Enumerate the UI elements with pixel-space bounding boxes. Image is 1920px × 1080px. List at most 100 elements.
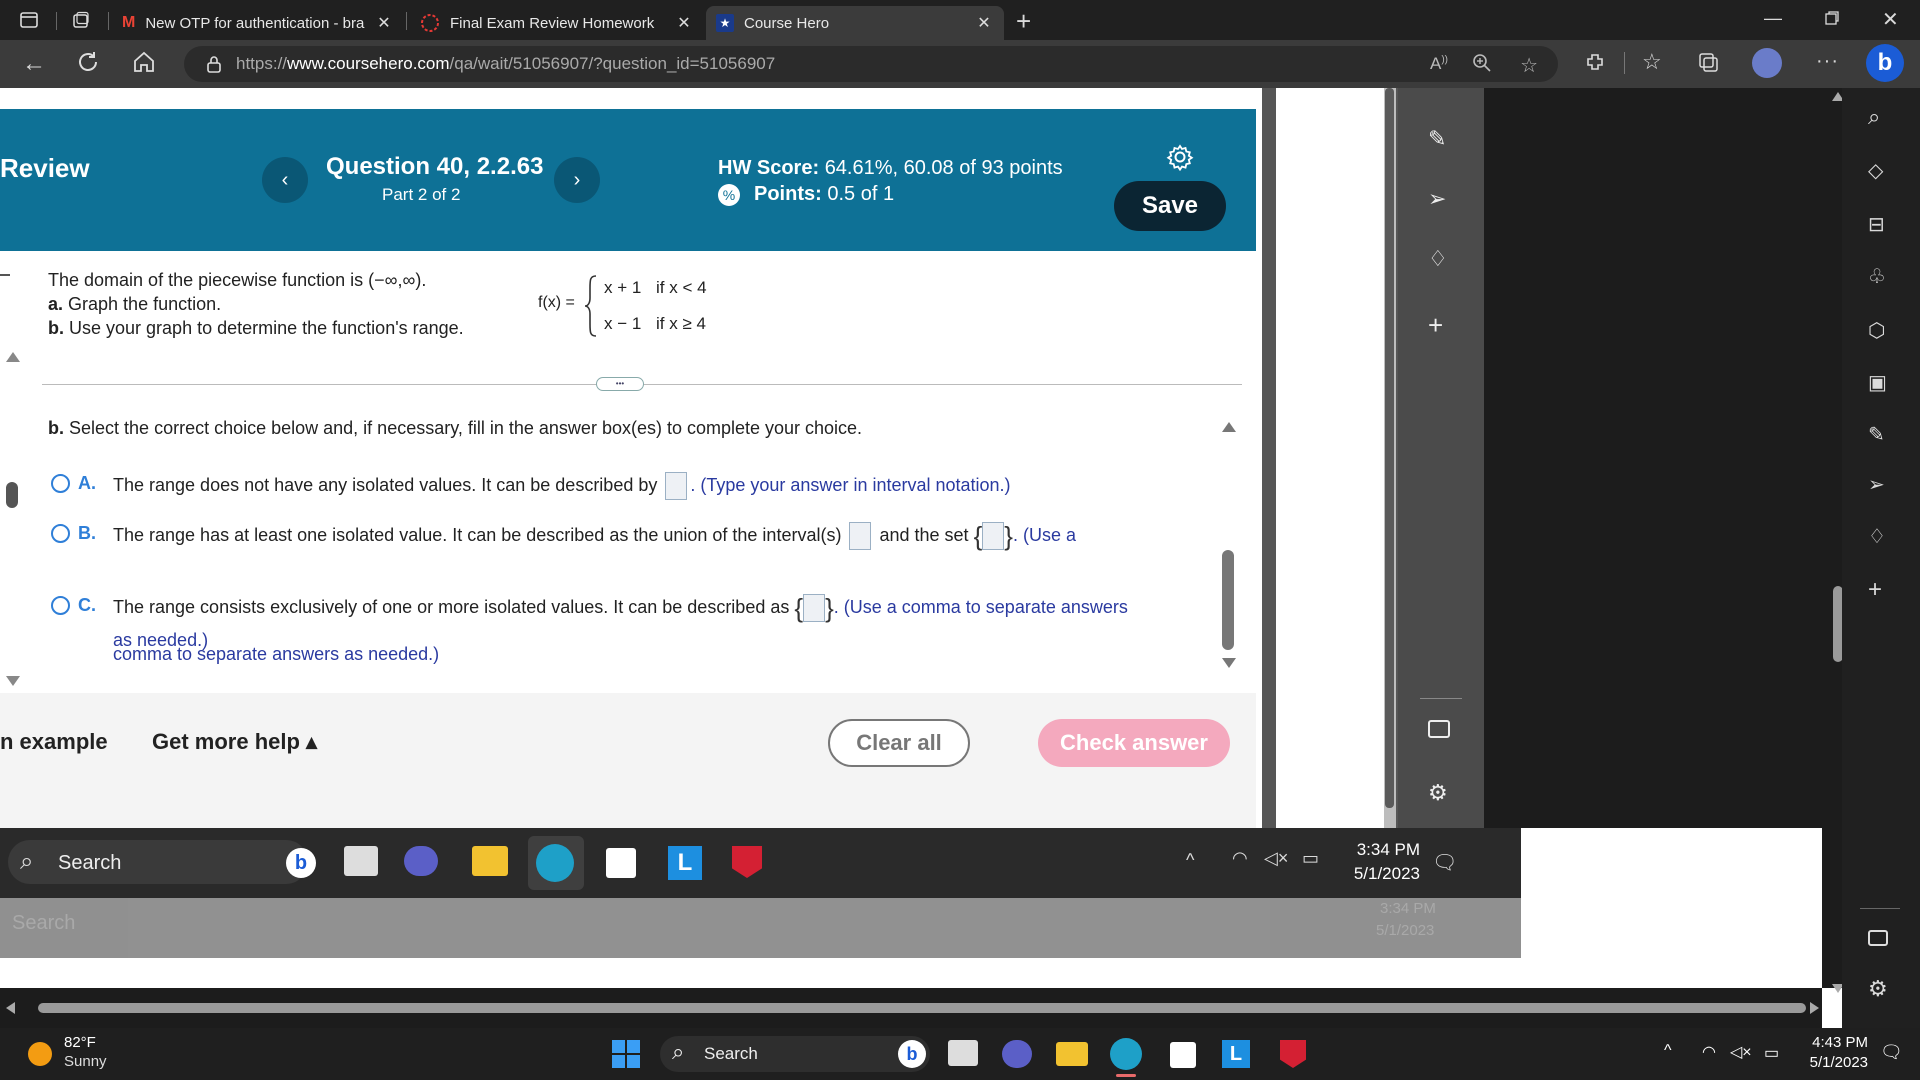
next-question-button[interactable]: › [554,157,600,203]
refresh-icon[interactable] [76,50,100,74]
inner-scroll-down-icon[interactable] [1222,658,1236,668]
gear-icon[interactable] [1166,143,1194,171]
office-icon[interactable]: ⬡ [1868,318,1885,343]
bing-icon[interactable]: b [1866,44,1904,82]
check-answer-button[interactable]: Check answer [1038,719,1230,767]
notification-icon[interactable]: 🗨 [1880,1042,1903,1063]
option-a-answer-box[interactable] [665,472,688,500]
games-icon[interactable]: ♧ [1868,264,1886,289]
volume-muted-icon[interactable]: ◁× [1730,1042,1752,1062]
restore-icon[interactable] [1824,10,1840,26]
inner-scroll-thumb[interactable] [1222,550,1234,650]
outlook-icon[interactable]: ▣ [1868,370,1887,395]
store-icon[interactable] [606,848,636,878]
scroll-right-icon[interactable] [1810,1002,1819,1014]
file-explorer-icon[interactable] [1056,1042,1088,1066]
settings-icon[interactable]: ⚙ [1868,976,1888,1002]
add-icon[interactable]: + [1868,576,1882,604]
split-view-icon[interactable] [1428,720,1450,738]
tab-gmail[interactable]: M New OTP for authentication - bra ✕ [112,6,404,40]
save-button[interactable]: Save [1114,181,1226,231]
favorites-icon[interactable]: ☆ [1642,49,1662,75]
split-view-icon[interactable] [1868,930,1888,946]
send-icon[interactable]: ➢ [1428,186,1446,212]
new-tab-icon[interactable]: + [1016,6,1031,37]
back-icon[interactable]: ← [22,50,46,78]
bulb-icon[interactable]: ♢ [1428,246,1448,272]
previous-question-button[interactable]: ‹ [262,157,308,203]
get-more-help-link[interactable]: Get more help ▴ [152,729,317,755]
inner-scroll-up-icon[interactable] [1222,422,1236,432]
teams-icon[interactable] [404,846,438,876]
tab-exam[interactable]: Final Exam Review Homework ✕ [410,6,704,40]
horizontal-scroll-thumb[interactable] [38,1003,1806,1013]
mcafee-icon[interactable] [1280,1040,1306,1068]
teams-icon[interactable] [1002,1040,1032,1068]
view-example-link[interactable]: n example [0,729,108,755]
lexia-icon[interactable]: L [668,846,702,880]
lexia-icon[interactable]: L [1222,1040,1250,1068]
scroll-down-icon[interactable] [6,676,20,686]
mcafee-icon[interactable] [732,846,762,878]
volume-muted-icon[interactable]: ◁× [1264,848,1288,869]
home-icon[interactable] [132,50,156,74]
inner-scrollbar-thumb[interactable] [1385,88,1394,808]
battery-icon[interactable]: ▭ [1302,848,1319,869]
left-scroll-thumb[interactable] [6,482,18,508]
option-c-set-box[interactable] [803,594,826,622]
start-icon[interactable] [612,1040,640,1068]
task-view-icon[interactable] [344,846,378,876]
zoom-icon[interactable] [1472,53,1492,73]
notification-icon[interactable]: 🗨 [1432,850,1457,875]
scroll-left-icon[interactable] [6,1002,15,1014]
send-icon[interactable]: ➢ [1868,472,1885,497]
lock-icon[interactable] [206,55,222,73]
profile-icon[interactable] [1752,48,1782,78]
add-favorite-icon[interactable]: ☆ [1520,53,1538,78]
wifi-icon[interactable]: ◠ [1232,848,1248,869]
collections-icon[interactable] [1698,52,1720,74]
close-icon[interactable]: ✕ [674,13,694,33]
option-a-radio[interactable] [51,474,70,493]
compose-icon[interactable]: ✎ [1428,126,1446,152]
chevron-up-icon[interactable]: ^ [1664,1042,1672,1060]
task-view-icon[interactable] [948,1040,978,1066]
compose-icon[interactable]: ✎ [1868,422,1885,447]
settings-icon[interactable]: ⚙ [1428,780,1448,806]
close-icon[interactable]: ✕ [374,13,394,33]
option-b-radio[interactable] [51,524,70,543]
read-aloud-icon[interactable]: A)) [1430,54,1448,74]
bing-icon[interactable]: b [286,848,316,878]
option-b-interval-box[interactable] [849,522,872,550]
edge-icon[interactable] [1110,1038,1142,1070]
bing-icon[interactable]: b [898,1040,926,1068]
close-icon[interactable]: ✕ [974,13,994,33]
minimize-icon[interactable]: — [1764,8,1782,29]
store-icon[interactable] [1170,1042,1196,1068]
weather-sun-icon[interactable] [28,1042,52,1066]
add-icon[interactable]: + [1428,310,1443,341]
search-icon[interactable]: ⌕ [1868,104,1880,130]
scroll-up-icon[interactable] [6,352,20,362]
tab-actions-icon[interactable] [72,11,90,29]
tools-icon[interactable]: ⊟ [1868,212,1885,237]
battery-icon[interactable]: ▭ [1764,1043,1779,1063]
wifi-icon[interactable]: ◠ [1702,1042,1716,1062]
sidebar-toggle-icon[interactable] [20,11,38,29]
option-c-radio[interactable] [51,596,70,615]
option-b-set-box[interactable] [982,522,1005,550]
extensions-icon[interactable] [1584,52,1606,74]
shopping-icon[interactable]: ◇ [1868,158,1883,183]
more-icon[interactable]: ··· [1816,50,1839,73]
expand-button[interactable]: ••• [596,377,644,391]
chevron-up-icon[interactable]: ^ [1186,850,1194,871]
inner-search-box[interactable] [8,840,308,884]
edge-icon[interactable] [536,844,574,882]
clear-all-button[interactable]: Clear all [828,719,970,767]
tab-coursehero[interactable]: ★ Course Hero ✕ [706,6,1004,40]
file-explorer-icon[interactable] [472,846,508,876]
bulb-icon[interactable]: ♢ [1868,524,1886,549]
window-close-icon[interactable]: ✕ [1882,7,1899,32]
taskbar-search-box[interactable] [660,1036,930,1072]
url-bar[interactable]: https://www.coursehero.com/qa/wait/51056… [184,46,1558,82]
